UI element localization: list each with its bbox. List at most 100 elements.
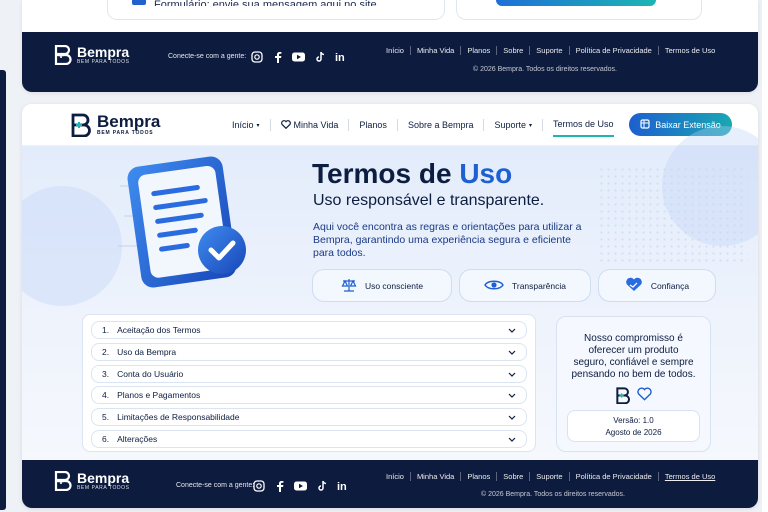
- accordion-title: 5. Limitações de Responsabilidade: [102, 412, 239, 422]
- title-part: Termos de: [312, 158, 460, 189]
- item-number: 3.: [102, 368, 110, 379]
- version-date: Agosto de 2026: [605, 428, 662, 437]
- nav-separator: [348, 119, 350, 131]
- footer-tagline: BEM PARA TODOS: [77, 59, 130, 65]
- instagram-icon[interactable]: [252, 479, 265, 492]
- item-number: 4.: [102, 390, 110, 401]
- footer-links: Início Minha Vida Planos Sobre Suporte P…: [380, 46, 721, 55]
- bempra-logo-icon: [616, 387, 630, 404]
- item-number: 1.: [102, 325, 110, 335]
- decor-dots: [598, 166, 748, 266]
- site-header: Bempra BEM PARA TODOS Início ▾ Minha Vida …: [22, 104, 758, 146]
- nav-label: Sobre a Bempra: [407, 120, 474, 130]
- accordion-item[interactable]: 2. Uso da Bempra: [91, 342, 527, 361]
- background-window-edge: [0, 70, 6, 510]
- footer-link-inicio[interactable]: Início: [380, 46, 410, 55]
- heart-icon: [637, 387, 652, 401]
- footer-follow-label: Conecte-se com a gente:: [176, 482, 255, 489]
- footer-link-suporte[interactable]: Suporte: [529, 472, 568, 481]
- decor-circle: [22, 186, 122, 306]
- download-button-partial[interactable]: [496, 0, 656, 6]
- nav-item-termos[interactable]: Termos de Uso: [553, 119, 614, 137]
- footer-link-sobre[interactable]: Sobre: [496, 472, 529, 481]
- svg-text:in: in: [335, 52, 345, 62]
- footer-link-suporte[interactable]: Suporte: [529, 46, 568, 55]
- accordion-title: 6. Alterações: [102, 434, 157, 444]
- version-number: Versão: 1.0: [613, 416, 654, 425]
- nav-item-planos[interactable]: Planos: [359, 119, 387, 137]
- pill-confianca: Confiança: [598, 269, 716, 302]
- nav-item-sobre[interactable]: Sobre a Bempra: [408, 119, 474, 137]
- nav-item-inicio[interactable]: Início ▾: [232, 119, 260, 137]
- footer-link-privacidade[interactable]: Política de Privacidade: [568, 46, 658, 55]
- terms-page-card: Bempra BEM PARA TODOS Início ▾ Minha Vida …: [22, 104, 758, 508]
- accordion-title: 3. Conta do Usuário: [102, 369, 183, 379]
- page-description: Aqui você encontra as regras e orientaçõ…: [313, 221, 582, 259]
- pill-transparencia: Transparência: [459, 269, 591, 302]
- item-number: 6.: [102, 433, 110, 444]
- bempra-logo-icon: [54, 45, 72, 65]
- eye-icon: [484, 279, 504, 293]
- footer-link-sobre[interactable]: Sobre: [496, 46, 529, 55]
- youtube-icon[interactable]: [292, 50, 305, 63]
- tiktok-icon[interactable]: [315, 479, 328, 492]
- commitment-icons: [557, 387, 710, 404]
- footer-brand: Bempra: [77, 470, 130, 486]
- chevron-down-icon: [508, 325, 516, 335]
- nav-label: Minha Vida: [293, 120, 339, 130]
- accordion-item[interactable]: 1. Aceitação dos Termos: [91, 321, 527, 339]
- linkedin-icon[interactable]: in: [334, 50, 347, 63]
- contact-form-text: Formulário: envie sua mensagem aqui no s…: [154, 0, 377, 6]
- youtube-icon[interactable]: [294, 479, 307, 492]
- site-footer: Bempra BEM PARA TODOS Conecte-se com a ge…: [22, 460, 758, 508]
- value-pills: Uso consciente Transparência Confiança: [312, 269, 716, 302]
- tiktok-icon[interactable]: [313, 50, 326, 63]
- footer-link-minha-vida[interactable]: Minha Vida: [409, 472, 460, 481]
- accordion-item[interactable]: 5. Limitações de Responsabilidade: [91, 408, 527, 427]
- footer-link-termos[interactable]: Termos de Uso: [657, 472, 721, 481]
- nav-item-minha-vida[interactable]: Minha Vida: [280, 119, 339, 137]
- item-label: Aceitação dos Termos: [117, 325, 201, 335]
- heart-icon: [280, 119, 291, 131]
- chevron-down-icon: [508, 412, 516, 422]
- nav-separator: [542, 119, 544, 131]
- footer-link-planos[interactable]: Planos: [460, 472, 496, 481]
- pill-label: Uso consciente: [364, 280, 424, 291]
- footer-follow-label: Conecte-se com a gente:: [168, 53, 247, 60]
- footer-tagline: BEM PARA TODOS: [77, 485, 130, 491]
- header-logo[interactable]: Bempra BEM PARA TODOS: [70, 113, 160, 137]
- footer-brand: Bempra: [77, 44, 130, 60]
- item-label: Planos e Pagamentos: [117, 390, 201, 401]
- accordion-title: 4. Planos e Pagamentos: [102, 390, 200, 400]
- chevron-down-icon: [508, 390, 516, 400]
- instagram-icon[interactable]: [250, 50, 263, 63]
- footer-social: in: [252, 479, 349, 492]
- footer-copyright: © 2026 Bempra. Todos os direitos reserva…: [473, 66, 617, 73]
- page-subtitle: Uso responsável e transparente.: [313, 192, 545, 209]
- footer-link-privacidade[interactable]: Política de Privacidade: [568, 472, 658, 481]
- accordion-item[interactable]: 6. Alterações: [91, 429, 527, 448]
- nav-label: Suporte: [494, 120, 527, 130]
- nav-separator: [483, 119, 485, 131]
- footer-previous: Bempra BEM PARA TODOS Conecte-se com a ge…: [22, 32, 758, 92]
- footer-logo[interactable]: Bempra BEM PARA TODOS: [54, 471, 130, 491]
- item-number: 5.: [102, 412, 110, 423]
- accordion-item[interactable]: 3. Conta do Usuário: [91, 364, 527, 383]
- facebook-icon[interactable]: [271, 50, 284, 63]
- footer-logo[interactable]: Bempra BEM PARA TODOS: [54, 45, 130, 65]
- heart-handshake-icon: [625, 277, 643, 294]
- accordion-item[interactable]: 4. Planos e Pagamentos: [91, 386, 527, 405]
- footer-link-minha-vida[interactable]: Minha Vida: [409, 46, 460, 55]
- nav-item-suporte[interactable]: Suporte ▾: [494, 119, 532, 137]
- footer-link-planos[interactable]: Planos: [460, 46, 496, 55]
- footer-link-inicio[interactable]: Início: [380, 472, 410, 481]
- item-label: Conta do Usuário: [117, 368, 184, 379]
- document-check-icon: [118, 156, 246, 288]
- footer-link-termos[interactable]: Termos de Uso: [657, 46, 721, 55]
- chevron-down-icon: ▾: [256, 122, 260, 129]
- linkedin-icon[interactable]: in: [336, 479, 349, 492]
- form-icon: [132, 0, 146, 5]
- page: Formulário: envie sua mensagem aqui no s…: [0, 0, 768, 512]
- facebook-icon[interactable]: [273, 479, 286, 492]
- chevron-down-icon: [508, 434, 516, 444]
